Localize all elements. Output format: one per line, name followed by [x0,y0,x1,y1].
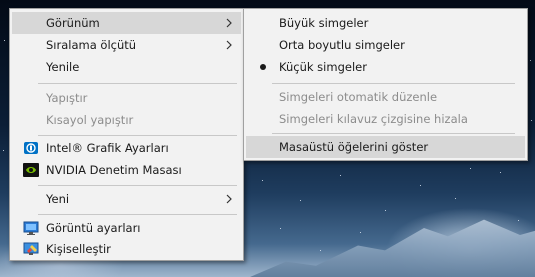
menu-item-personalize-label: Kişiselleştir [46,242,111,256]
menu-item-sort-by-label: Sıralama ölçütü [46,38,137,52]
menu-separator [38,214,237,215]
submenu-item-large-icons-label: Büyük simgeler [279,16,369,30]
menu-separator [38,83,237,84]
menu-separator [272,83,515,84]
chevron-right-icon [226,18,232,28]
display-settings-icon [23,221,39,235]
personalize-icon [23,242,39,255]
desktop-context-menu: Görünüm Sıralama ölçütü Yenile Yapıştır … [9,8,244,261]
submenu-item-medium-icons[interactable]: Orta boyutlu simgeler [246,34,525,56]
submenu-item-large-icons[interactable]: Büyük simgeler [246,12,525,34]
submenu-item-small-icons-label: Küçük simgeler [279,60,367,74]
selected-bullet-icon [260,64,266,70]
chevron-right-icon [226,194,232,204]
menu-item-personalize[interactable]: Kişiselleştir [12,238,241,260]
menu-item-intel-graphics[interactable]: Intel® Grafik Ayarları [12,137,241,159]
menu-item-paste-label: Yapıştır [46,91,88,105]
menu-item-intel-graphics-label: Intel® Grafik Ayarları [46,141,169,155]
menu-item-view[interactable]: Görünüm [12,12,241,34]
menu-separator [272,133,515,134]
submenu-item-show-desktop-icons[interactable]: Masaüstü öğelerini göster [246,136,525,158]
view-submenu: Büyük simgeler Orta boyutlu simgeler Küç… [243,8,528,161]
submenu-item-medium-icons-label: Orta boyutlu simgeler [279,38,405,52]
menu-item-new[interactable]: Yeni [12,188,241,210]
menu-separator [38,135,237,136]
chevron-right-icon [226,40,232,50]
menu-item-nvidia-control-panel[interactable]: NVIDIA Denetim Masası [12,159,241,181]
menu-item-paste-shortcut[interactable]: Kısayol yapıştır [12,109,241,131]
menu-item-nvidia-control-panel-label: NVIDIA Denetim Masası [46,163,182,177]
submenu-item-small-icons[interactable]: Küçük simgeler [246,56,525,78]
menu-item-paste[interactable]: Yapıştır [12,87,241,109]
intel-graphics-icon [24,142,38,154]
menu-item-new-label: Yeni [46,192,70,206]
menu-item-sort-by[interactable]: Sıralama ölçütü [12,34,241,56]
menu-item-view-label: Görünüm [46,16,100,30]
menu-item-refresh-label: Yenile [46,60,80,74]
submenu-item-auto-arrange-label: Simgeleri otomatik düzenle [279,90,438,104]
submenu-item-align-to-grid[interactable]: Simgeleri kılavuz çizgisine hizala [246,108,525,130]
submenu-item-align-to-grid-label: Simgeleri kılavuz çizgisine hizala [279,112,468,126]
submenu-item-auto-arrange[interactable]: Simgeleri otomatik düzenle [246,86,525,108]
menu-separator [38,185,237,186]
nvidia-icon [23,163,39,177]
menu-item-refresh[interactable]: Yenile [12,56,241,78]
menu-item-display-settings-label: Görüntü ayarları [46,221,141,235]
menu-item-display-settings[interactable]: Görüntü ayarları [12,217,241,239]
submenu-item-show-desktop-icons-label: Masaüstü öğelerini göster [279,140,429,154]
menu-item-paste-shortcut-label: Kısayol yapıştır [46,113,134,127]
